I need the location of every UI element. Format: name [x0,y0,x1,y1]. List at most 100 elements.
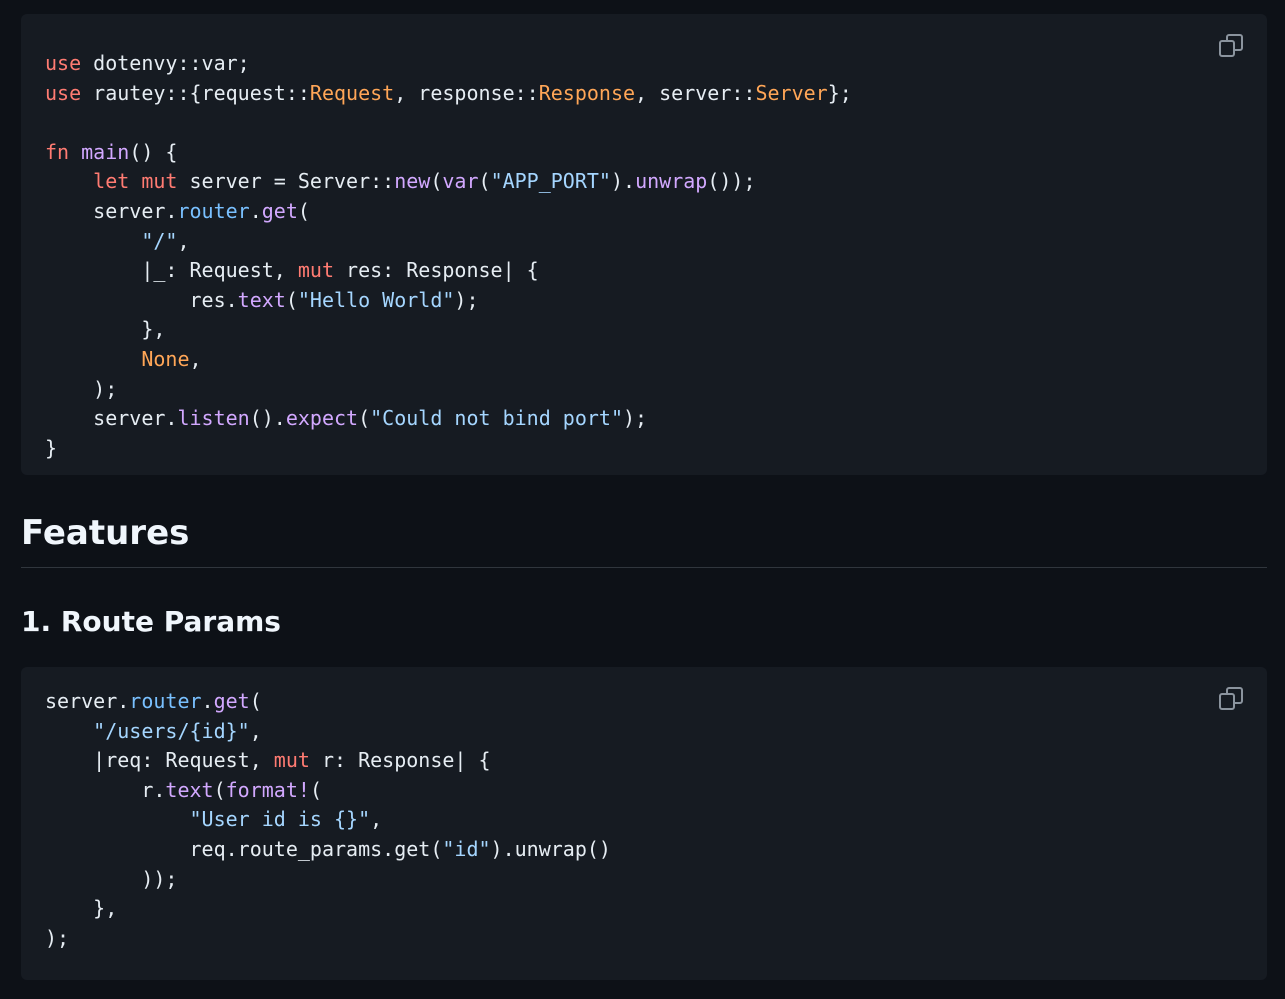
code-token: , [177,228,190,253]
code-token: () { [129,139,178,164]
code-token: server. [45,689,130,713]
function-token: format! [225,777,310,802]
code-token: . [249,198,262,223]
code-line: ​ [45,108,1243,138]
code-line: fn main() { [45,138,1243,168]
keyword-token: fn [45,139,70,164]
property-token: router [129,689,202,713]
code-token: ). [610,169,636,194]
function-token: expect [285,406,359,431]
code-line: res.text("Hello World"); [45,286,1243,316]
code-line: ); [45,924,1243,954]
code-block-route-params: server.router.get( "/users/{id}", |req: … [21,667,1267,980]
code-token: r. [45,777,166,802]
code-line: |_: Request, mut res: Response| { [45,256,1243,286]
string-token: "id" [442,836,491,861]
code-line: server.router.get( [45,197,1243,227]
subheading-route-params: 1. Route Params [21,605,281,638]
function-token: get [213,689,250,713]
copy-button[interactable] [1217,685,1245,713]
function-token: text [165,777,214,802]
keyword-token: mut [273,748,310,773]
code-token: dotenvy::var; [81,51,250,75]
function-token: new [394,169,431,194]
code-line: server.listen().expect("Could not bind p… [45,404,1243,434]
code-text: use dotenvy::var; use rautey::{request::R… [45,49,1243,463]
code-token: }, [45,896,118,921]
function-token: text [237,287,286,312]
code-token: , [249,718,262,743]
code-token: ( [249,689,262,713]
code-line: req.route_params.get("id").unwrap() [45,835,1243,865]
code-line: server.router.get( [45,687,1243,717]
code-line: }, [45,894,1243,924]
code-token: , server:: [635,80,756,105]
string-token: "/" [141,228,178,253]
function-token: unwrap [635,169,708,194]
code-token: ()); [707,169,756,194]
code-token: ( [358,406,371,431]
code-token: res. [45,287,238,312]
code-token: server. [45,198,178,223]
string-token: "Could not bind port" [370,406,623,431]
code-line: None, [45,345,1243,375]
type-token: Response [538,80,636,105]
code-text: server.router.get( "/users/{id}", |req: … [45,687,1243,953]
copy-button[interactable] [1217,32,1245,60]
code-token: ); [454,287,479,312]
code-line: } [45,434,1243,464]
keyword-token: let [93,169,130,194]
string-token: "Hello World" [297,287,455,312]
copy-icon [1218,686,1244,712]
code-token: ( [285,287,298,312]
code-token: r: Response| { [309,748,491,773]
keyword-token: mut [141,169,178,194]
code-token: ); [623,406,648,431]
heading-divider [21,567,1267,568]
keyword-token: mut [297,258,334,283]
code-content: server.router.get( "/users/{id}", |req: … [45,687,1243,953]
function-token: var [442,169,479,194]
copy-icon [1218,33,1244,59]
code-line: use dotenvy::var; [45,49,1243,79]
section-heading-features: Features [21,513,190,553]
code-token: ( [297,198,310,223]
code-token: . [201,689,214,713]
code-block-basic-server: use dotenvy::var; use rautey::{request::R… [21,14,1267,475]
code-token: server. [45,406,178,431]
code-token: } [45,435,58,460]
string-token: "User id is {}" [189,807,371,832]
code-content: use dotenvy::var; use rautey::{request::R… [45,49,1243,463]
code-token: |_: Request, [45,258,298,283]
type-token: Request [309,80,395,105]
type-token: None [141,346,190,371]
code-line: "/users/{id}", [45,717,1243,747]
code-token: req.route_params.get( [45,836,443,861]
code-token: ); [45,376,118,401]
code-token: }; [827,80,852,105]
code-token: ).unwrap() [490,836,611,861]
code-token: res: Response| { [334,258,539,283]
code-line: "/", [45,227,1243,257]
code-token: , [189,346,202,371]
code-line: use rautey::{request::Request, response:… [45,79,1243,109]
string-token: "APP_PORT" [490,169,611,194]
code-token: rautey::{request:: [81,80,310,105]
code-line: "User id is {}", [45,805,1243,835]
code-token: ( [213,777,226,802]
code-token: (). [249,406,286,431]
code-token: }, [45,317,166,342]
keyword-token: use [45,51,82,75]
code-line: let mut server = Server::new(var("APP_PO… [45,167,1243,197]
keyword-token: use [45,80,82,105]
code-token: ); [45,925,70,950]
code-line: ); [45,375,1243,405]
type-token: Server [755,80,828,105]
